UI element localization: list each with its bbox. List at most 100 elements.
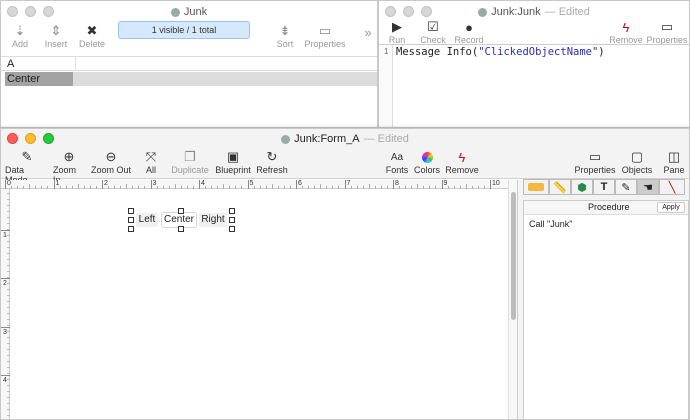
colors-button[interactable]: Colors [414, 149, 440, 175]
apply-button[interactable]: Apply [657, 202, 685, 213]
duplicate-button[interactable]: ❐ Duplicate [171, 149, 209, 175]
form-canvas[interactable]: Left Center Right [10, 189, 507, 419]
window-title: Junk:Junk [491, 6, 541, 18]
zoom-out-icon: ⊖ [105, 149, 117, 164]
list-column-header[interactable]: A [1, 56, 377, 71]
minimize-button[interactable] [403, 6, 414, 17]
zoom-button[interactable] [43, 133, 54, 144]
overflow-button[interactable]: » [362, 25, 374, 40]
resize-handle[interactable] [128, 217, 134, 223]
vertical-ruler: 1234 [1, 189, 10, 419]
zoom-button[interactable] [43, 6, 54, 17]
play-icon: ▶ [392, 19, 402, 34]
resize-handle[interactable] [128, 208, 134, 214]
add-icon: ⇣ [14, 23, 26, 38]
left-button[interactable]: Left [136, 213, 158, 227]
ruler-tick [53, 180, 55, 189]
scrollbar-thumb[interactable] [511, 192, 516, 320]
insert-button[interactable]: ⇕ Insert [43, 23, 69, 49]
selection-count: 1 visible / 1 total [118, 21, 250, 39]
remove-icon: ϟ [458, 149, 466, 165]
document-icon [281, 134, 291, 144]
list-row[interactable]: Center [5, 72, 377, 86]
color-wheel-icon [421, 149, 433, 165]
minimize-button[interactable] [25, 133, 36, 144]
script-remove-button[interactable]: ϟ Remove [609, 19, 643, 46]
record-button[interactable]: ● Record [455, 19, 484, 46]
delete-button[interactable]: ✖ Delete [79, 23, 105, 49]
briefcase-icon: ▣ [226, 149, 240, 164]
window-title: Junk [183, 6, 208, 18]
delete-icon: ✖ [86, 23, 98, 38]
refresh-button[interactable]: ↻ Refresh [256, 149, 288, 175]
right-button[interactable]: Right [199, 213, 227, 227]
horizontal-ruler: 0 1 2 3 4 5 6 7 8 9 10 [1, 180, 508, 189]
form-window: Junk:Form_A — Edited ✎ Data Mode ⊕ Zoom … [0, 128, 690, 420]
resize-handle[interactable] [229, 217, 235, 223]
code-editor[interactable]: 1 Message Info("ClickedObjectName") [379, 44, 689, 127]
ruler-tick [1, 375, 10, 376]
resize-handle[interactable] [229, 226, 235, 232]
window-controls [385, 6, 432, 17]
ruler-tick [5, 180, 6, 189]
document-icon [170, 7, 180, 17]
blueprint-button[interactable]: ▣ Blueprint [215, 149, 251, 175]
resize-handle[interactable] [229, 208, 235, 214]
form-properties-button[interactable]: ▭ Properties [574, 149, 615, 175]
script-properties-button[interactable]: ▭ Properties [646, 19, 687, 45]
expand-icon: ⤧ [145, 149, 157, 164]
insert-icon: ⇕ [50, 23, 62, 38]
button-group[interactable]: Left Center Right [128, 208, 235, 232]
line-tool-icon[interactable]: ╲ [659, 179, 685, 195]
line-gutter: 1 [379, 45, 393, 127]
ruler-label: 10 [492, 180, 500, 187]
list-toolbar: ⇣ Add ⇕ Insert ✖ Delete 1 visible / 1 to… [1, 21, 377, 53]
ruler-tick [247, 180, 249, 189]
check-button[interactable]: ☑ Check [420, 19, 446, 45]
refresh-icon: ↻ [266, 149, 278, 164]
button-tool-icon[interactable] [523, 179, 549, 195]
ruler-tick [199, 180, 200, 189]
sort-icon: ⇟ [279, 23, 291, 38]
ruler-tick [296, 180, 297, 189]
ruler-tick [150, 180, 152, 189]
zoom-out-button[interactable]: ⊖ Zoom Out [91, 149, 131, 175]
objects-button[interactable]: ▢ Objects [622, 149, 653, 175]
minimize-button[interactable] [25, 6, 36, 17]
shapes-tool-icon[interactable]: ⬢ [571, 179, 593, 195]
text-tool-icon[interactable]: T [593, 179, 615, 195]
properties-icon: ▭ [660, 19, 674, 34]
ruler-label: 2 [3, 280, 7, 287]
zoom-all-button[interactable]: ⤧ All [140, 149, 162, 175]
code-line: Message Info("ClickedObjectName") [396, 46, 605, 58]
script-window: Junk:Junk — Edited ▶ Run ☑ Check ● Recor… [378, 0, 690, 128]
sort-button[interactable]: ⇟ Sort [275, 23, 295, 49]
window-controls [7, 133, 54, 144]
form-remove-button[interactable]: ϟ Remove [445, 149, 479, 176]
document-icon [478, 7, 488, 17]
run-button[interactable]: ▶ Run [387, 19, 407, 45]
resize-handle[interactable] [128, 226, 134, 232]
fonts-button[interactable]: Aa Fonts [385, 149, 409, 176]
close-button[interactable] [7, 133, 18, 144]
ruler-tick [1, 326, 10, 328]
vertical-scrollbar[interactable] [508, 180, 517, 419]
pane-button[interactable]: ◫ Pane [661, 149, 687, 175]
close-button[interactable] [385, 6, 396, 17]
resize-handle[interactable] [178, 226, 184, 232]
column-divider[interactable] [75, 57, 76, 71]
ruler-tick [393, 180, 394, 189]
zoom-button[interactable] [421, 6, 432, 17]
script-toolbar: ▶ Run ☑ Check ● Record ϟ Remove ▭ Proper… [379, 19, 689, 45]
ruler-tool-icon[interactable]: 📏 [549, 179, 571, 195]
procedure-editor[interactable]: Call "Junk" [524, 216, 688, 419]
edit-tool-icon[interactable]: ✎ [615, 179, 637, 195]
ruler-tick [441, 180, 443, 189]
add-button[interactable]: ⇣ Add [9, 23, 31, 49]
resize-handle[interactable] [178, 208, 184, 214]
procedure-panel: Procedure Apply Call "Junk" [523, 200, 689, 419]
select-tool-icon[interactable]: ☚ [637, 179, 659, 195]
ruler-label: 3 [3, 328, 7, 336]
close-button[interactable] [7, 6, 18, 17]
list-properties-button[interactable]: ▭ Properties [304, 23, 345, 49]
